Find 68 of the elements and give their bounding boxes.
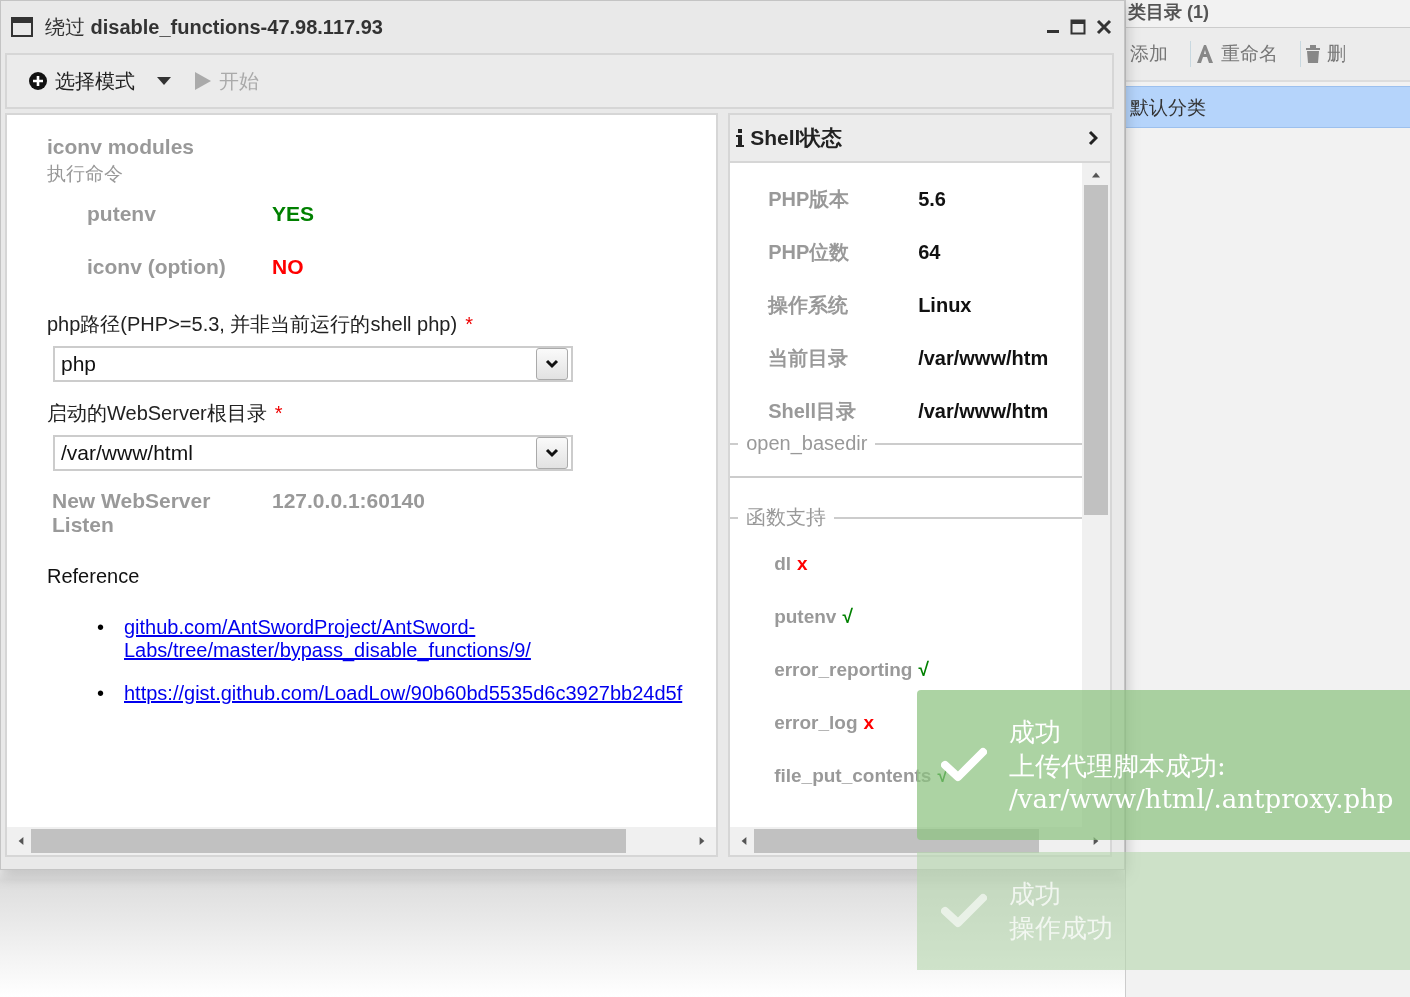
category-item[interactable]: 默认分类 [1126,86,1410,128]
scroll-up-icon[interactable] [1090,171,1102,179]
plus-circle-icon [29,72,47,90]
info-label: PHP版本 [768,187,851,212]
scrollbar-thumb[interactable] [31,829,626,853]
function-name: putenv [774,605,837,628]
listen-address: 127.0.0.1:60140 [272,489,425,514]
combo-field[interactable]: php [53,346,573,382]
info-value: 64 [918,241,941,264]
reference-heading: Reference [47,565,141,588]
support-mark: x [863,711,875,734]
scroll-left-icon[interactable] [17,835,25,847]
caret-icon [157,77,171,85]
trash-icon [1305,45,1321,63]
chevron-right-icon[interactable] [1088,130,1098,146]
maximize-icon[interactable] [1070,19,1086,35]
listen-label: New WebServer Listen [51,489,212,537]
info-value: /var/www/htm [918,400,1049,423]
support-mark: √ [842,605,853,628]
chevron-down-icon [545,448,559,458]
reference-link[interactable]: https://gist.github.com/LoadLow/90b60bd5535d6c3927bb24d5f [124,682,683,705]
function-name: error_log [774,711,858,734]
toolbar-button[interactable]: 删 [1301,41,1368,67]
check-label: iconv (option) [87,254,227,279]
chevron-down-icon [545,359,559,369]
check-result: NO [272,254,304,279]
window-title: 绕过 disable_functions-47.98.117.93 [45,14,384,40]
toolbar-button[interactable]: 重命名 [1191,41,1301,67]
reference-link[interactable]: github.com/AntSwordProject/AntSword-Labs/tree/master/bypass_disable_functions/9/ [124,616,564,662]
pane-title: Shell状态 [750,125,843,151]
letter-a-icon [1195,44,1215,64]
combo-field[interactable]: /var/www/html [53,435,573,471]
check-result: YES [272,201,315,226]
info-value: Linux [918,294,972,317]
function-name: error_reporting [774,658,913,681]
info-value: 5.6 [918,188,946,211]
info-label: 操作系统 [768,293,850,318]
scroll-left-icon[interactable] [740,835,749,847]
function-name: dl [774,552,792,575]
bullet: • [97,682,105,705]
toast-title: 成功 [1009,715,1062,749]
group-legend: open_basedir [738,432,876,455]
info-value: /var/www/htm [918,347,1049,370]
close-icon[interactable] [1096,19,1112,35]
support-mark: √ [918,658,929,681]
info-label: Shell目录 [768,399,857,424]
toast-message: 上传代理脚本成功: [1009,749,1227,783]
support-mark: x [797,552,808,575]
toast-message: /var/www/html/.antproxy.php [1009,782,1394,816]
window-icon [11,17,33,37]
scroll-right-icon[interactable] [698,835,707,847]
scrollbar-thumb[interactable] [1084,185,1108,515]
toolbar-button[interactable]: 添加 [1126,41,1191,67]
info-label: 当前目录 [768,346,850,371]
check-label: putenv [87,201,157,226]
info-icon [736,129,745,147]
field-label: php路径(PHP>=5.3, 并非当前运行的shell php) [47,313,458,335]
info-label: PHP位数 [768,240,851,265]
section-subtitle: 执行命令 [47,162,124,186]
play-icon [195,72,211,90]
mode-dropdown[interactable]: 选择模式 [25,65,175,97]
check-icon [941,893,987,929]
section-title: iconv modules [47,135,196,159]
field-label: 启动的WebServer根目录 [47,402,267,424]
required-mark: * [274,402,283,424]
bullet: • [97,616,105,639]
group-legend: 函数支持 [738,504,835,531]
required-mark: * [465,313,473,335]
